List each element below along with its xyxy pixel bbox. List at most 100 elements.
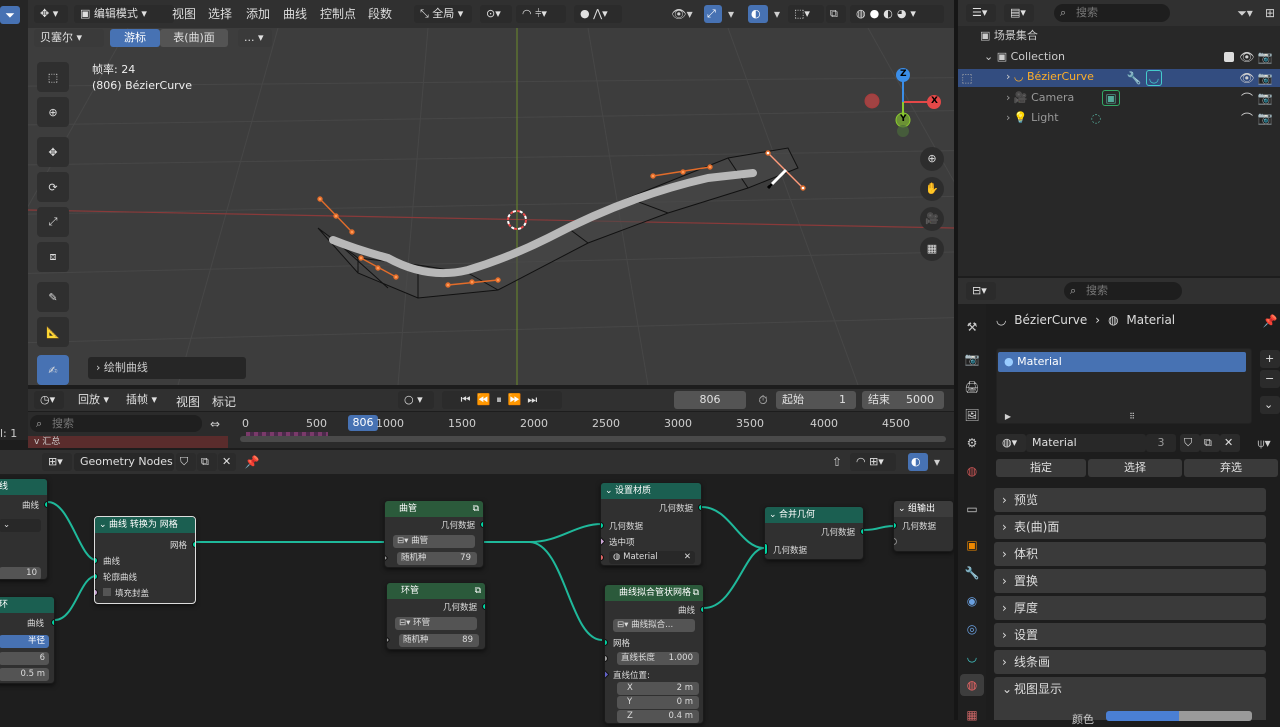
duplicate-icon[interactable]: ⧉ (197, 453, 217, 471)
overlay-dropdown-icon[interactable]: ▾ (770, 5, 784, 23)
mesh-overlay-button[interactable]: ⬚▾ (788, 5, 824, 23)
eye-icon[interactable]: 👁 (1239, 49, 1254, 65)
close-icon[interactable]: ✕ (218, 453, 236, 471)
material-name-field[interactable]: Material (1026, 434, 1146, 452)
pan-hand-icon[interactable]: ✋ (920, 177, 944, 201)
end-frame-field[interactable]: 结束 5000 (862, 391, 944, 409)
resize-grip-icon[interactable]: ⠿ (1124, 410, 1140, 422)
output-tab-icon[interactable]: 🖨 (960, 376, 984, 398)
tool-tab-icon[interactable]: ⚒ (960, 316, 984, 338)
current-frame-field[interactable]: 806 (674, 391, 746, 409)
menu-select[interactable]: 选择 (208, 5, 232, 22)
eye-closed-icon[interactable]: ⌒ (1240, 90, 1254, 106)
seed-field[interactable]: 随机种 79 (397, 552, 477, 565)
select-button[interactable]: 选择 (1088, 459, 1182, 477)
timeline-scrollbar[interactable] (240, 436, 946, 442)
curve-data-icon[interactable]: ◡ (1146, 70, 1162, 86)
modifier-wrench-icon[interactable]: 🔧 (1126, 70, 1142, 86)
panel-surface[interactable]: › 表(曲)面 (994, 515, 1266, 539)
collection-checkbox[interactable] (1224, 52, 1234, 62)
properties-search[interactable]: ⌕ 搜索 (1064, 282, 1182, 300)
parent-node-icon[interactable]: ⇧ (828, 453, 846, 471)
socket-out[interactable] (480, 521, 483, 528)
node-set-material[interactable]: ⌄ 设置材质 几何数据 几何数据 选中项 ◍ Material ✕ (600, 482, 702, 566)
node-curve-pipe[interactable]: 曲线拟合管状网格 ⧉ 曲线 ⊟▾ 曲线拟合... 网格 直线长度 1.000 直线位… (604, 584, 704, 724)
fake-user-shield-icon[interactable]: ⛉ (1180, 434, 1200, 452)
socket-in[interactable] (385, 553, 389, 563)
menu-curve[interactable]: 曲线 (283, 5, 307, 22)
socket-in[interactable] (605, 639, 608, 646)
node-tree-selector[interactable]: Geometry Nodes (74, 453, 174, 471)
camera-render-icon[interactable]: 📷 (1258, 110, 1273, 126)
node-overlay-toggle[interactable]: ◐ (908, 453, 928, 471)
overlay-toggle[interactable]: ◐ (748, 5, 768, 23)
socket-in[interactable] (601, 536, 606, 547)
socket-out[interactable] (482, 603, 485, 610)
transform-tool-icon[interactable]: ⧈ (37, 242, 69, 272)
proportional-edit-button[interactable]: ● ⋀▾ (574, 5, 622, 23)
menu-segments[interactable]: 段数 (368, 5, 392, 22)
expand-triangle-icon[interactable]: ▶ (1002, 410, 1014, 422)
modifier-tab-icon[interactable]: 🔧 (960, 562, 984, 584)
pin-icon[interactable]: 📌 (1262, 312, 1278, 330)
unlink-close-icon[interactable]: ✕ (1220, 434, 1240, 452)
position-x-field[interactable]: X2 m (617, 682, 699, 695)
start-frame-field[interactable]: 起始 1 (776, 391, 856, 409)
node-ring[interactable]: 环管 ⧉ 几何数据 ⊟▾ 环管 随机种 89 (386, 582, 486, 650)
summary-row[interactable]: v 汇总 (28, 436, 228, 448)
node-editor-type[interactable]: ⊞▾ (42, 453, 72, 471)
outliner-item-beziercurve[interactable]: › ◡ BézierCurve (958, 69, 1280, 87)
ortho-grid-icon[interactable]: ▦ (920, 237, 944, 261)
panel-displacement[interactable]: › 置换 (994, 569, 1266, 593)
slot-specials-button[interactable]: ⌄ (1260, 396, 1280, 414)
view-layer-tab-icon[interactable]: 🖼 (960, 404, 984, 426)
filter-icon[interactable]: ⏷ (0, 6, 20, 24)
swap-icon[interactable]: ⇔ (206, 415, 224, 432)
node-curve-input[interactable]: 线 曲线 ⌄ 10 (0, 478, 48, 580)
current-frame-marker[interactable]: 806 (348, 415, 378, 431)
auto-key-button[interactable]: ○ ▾ (398, 391, 434, 409)
timeline-search[interactable]: ⌕ 搜索 (30, 415, 202, 432)
node-dropdown[interactable]: ⌄ (0, 519, 41, 532)
light-data-icon[interactable]: ◌ (1088, 110, 1104, 126)
socket-out[interactable] (698, 504, 701, 511)
node-group-selector[interactable]: ⊟▾ 曲线拟合... (613, 619, 695, 632)
camera-render-icon[interactable]: 📷 (1258, 70, 1273, 86)
viewport-canvas[interactable]: X Z Y 帧率: 24 (806) BézierCurve (28, 28, 954, 385)
curve-type-dropdown[interactable]: 贝塞尔 ▾ (34, 29, 104, 47)
physics-tab-icon[interactable]: ◎ (960, 618, 984, 640)
socket-in[interactable] (387, 635, 391, 645)
visibility-icon[interactable]: 👁▾ (668, 5, 696, 23)
panel-thickness[interactable]: › 厚度 (994, 596, 1266, 620)
node-value-field[interactable]: 6 (0, 652, 49, 665)
socket-in[interactable] (601, 522, 604, 529)
scale-tool-icon[interactable]: ⤢ (37, 207, 69, 237)
edit-mode-icon[interactable]: ⬚ (958, 70, 976, 86)
node-group-selector[interactable]: ⊟▾ 环管 (395, 617, 477, 630)
close-icon[interactable]: ✕ (684, 551, 691, 564)
particles-tab-icon[interactable]: ◉ (960, 590, 984, 612)
timeline-editor-type[interactable]: ◷▾ (34, 391, 64, 409)
node-overlay-dropdown-icon[interactable]: ▾ (930, 453, 944, 471)
remove-slot-button[interactable]: − (1260, 370, 1280, 388)
deselect-button[interactable]: 弃选 (1184, 459, 1278, 477)
material-field[interactable]: ◍ Material ✕ (609, 551, 695, 564)
scene-collection-row[interactable]: ▣ 场景集合 (958, 28, 1228, 44)
object-tab-icon[interactable]: ▣ (960, 534, 984, 556)
material-tab-icon[interactable]: ◍ (960, 674, 984, 696)
timeline-view-menu[interactable]: 视图 (176, 393, 200, 410)
socket-out[interactable] (51, 619, 54, 626)
socket-out[interactable] (192, 541, 195, 548)
more-dropdown[interactable]: ... ▾ (238, 29, 272, 47)
marker-menu[interactable]: 标记 (212, 393, 236, 410)
camera-data-icon[interactable]: ▣ (1102, 90, 1120, 106)
eye-icon[interactable]: 👁 (1239, 70, 1254, 86)
mode-dropdown[interactable]: ▣ 编辑模式 ▾ (74, 5, 174, 23)
socket-in[interactable] (95, 573, 98, 580)
add-slot-button[interactable]: + (1260, 350, 1280, 368)
menu-control-points[interactable]: 控制点 (320, 5, 356, 22)
node-circle[interactable]: 环 曲线 半径 6 0.5 m (0, 596, 55, 684)
outliner-item-camera[interactable]: › 🎥 Camera (958, 90, 1228, 106)
node-tube[interactable]: 曲管 ⧉ 几何数据 ⊟▾ 曲管 随机种 79 (384, 500, 484, 568)
camera-view-icon[interactable]: 🎥 (920, 207, 944, 231)
